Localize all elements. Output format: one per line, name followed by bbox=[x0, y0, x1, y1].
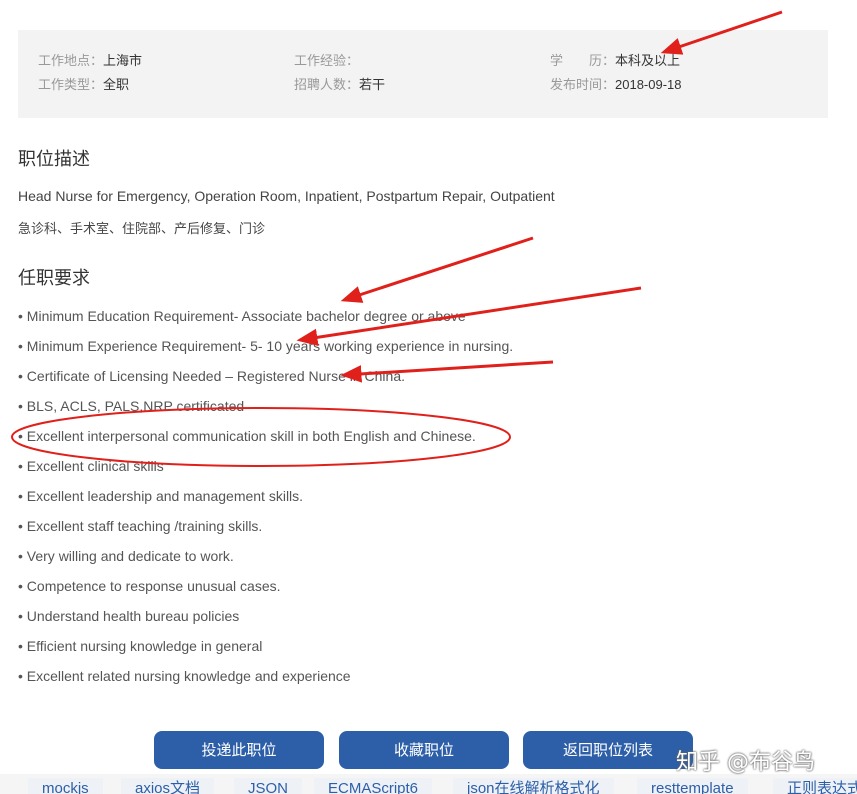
zhihu-watermark: 知乎 @布谷鸟 bbox=[676, 750, 815, 775]
tag-link[interactable]: json在线解析格式化 bbox=[453, 778, 614, 794]
apply-button[interactable]: 投递此职位 bbox=[154, 731, 324, 769]
tag-link[interactable]: 正则表达式 bbox=[773, 778, 857, 794]
requirement-item: • Efficient nursing knowledge in general bbox=[18, 638, 263, 654]
tag-link[interactable]: JSON bbox=[234, 778, 303, 794]
requirement-item: • Certificate of Licensing Needed – Regi… bbox=[18, 368, 405, 384]
requirement-item: • Excellent staff teaching /training ski… bbox=[18, 518, 263, 534]
tag-link[interactable]: axios文档 bbox=[121, 778, 215, 794]
tag-link[interactable]: resttemplate bbox=[637, 778, 748, 794]
info-education: 学 历：本科及以上 bbox=[550, 52, 680, 70]
info-headcount-value: 若干 bbox=[359, 77, 386, 92]
info-education-label: 学 历： bbox=[550, 53, 616, 68]
info-headcount: 招聘人数：若干 bbox=[294, 76, 385, 94]
info-experience: 工作经验： bbox=[294, 52, 359, 70]
info-location-label: 工作地点： bbox=[38, 53, 104, 68]
requirements-list: • Minimum Education Requirement- Associa… bbox=[18, 306, 513, 696]
requirement-item: • Excellent interpersonal communication … bbox=[18, 428, 476, 444]
description-title: 职位描述 bbox=[18, 149, 90, 170]
job-info-box: 工作地点：上海市 工作经验： 学 历：本科及以上 工作类型：全职 招聘人数：若干… bbox=[18, 30, 828, 118]
requirements-title: 任职要求 bbox=[18, 268, 90, 289]
info-type: 工作类型：全职 bbox=[38, 76, 129, 94]
tag-link[interactable]: mockjs bbox=[28, 778, 103, 794]
description-en: Head Nurse for Emergency, Operation Room… bbox=[18, 188, 555, 204]
info-date: 发布时间：2018-09-18 bbox=[550, 76, 682, 94]
tag-link[interactable]: ECMAScript6 bbox=[314, 778, 433, 794]
info-education-value: 本科及以上 bbox=[615, 53, 681, 68]
requirement-item: • Excellent related nursing knowledge an… bbox=[18, 668, 351, 684]
requirement-item: • Very willing and dedicate to work. bbox=[18, 548, 234, 564]
related-tags-bar: mockjs axios文档 JSON ECMAScript6 json在线解析… bbox=[0, 774, 857, 794]
requirement-item: • Understand health bureau policies bbox=[18, 608, 240, 624]
requirement-item: • Excellent clinical skills bbox=[18, 458, 164, 474]
description-cn: 急诊科、手术室、住院部、产后修复、门诊 bbox=[18, 221, 266, 236]
info-headcount-label: 招聘人数： bbox=[294, 77, 360, 92]
info-location-value: 上海市 bbox=[103, 53, 143, 68]
requirement-item: • BLS, ACLS, PALS,NRP certificated bbox=[18, 398, 245, 414]
back-to-list-button[interactable]: 返回职位列表 bbox=[523, 731, 693, 769]
requirement-item: • Minimum Experience Requirement- 5- 10 … bbox=[18, 338, 514, 354]
info-location: 工作地点：上海市 bbox=[38, 52, 142, 70]
info-type-label: 工作类型： bbox=[38, 77, 104, 92]
info-date-value: 2018-09-18 bbox=[615, 77, 682, 92]
info-date-label: 发布时间： bbox=[550, 77, 616, 92]
requirement-item: • Excellent leadership and management sk… bbox=[18, 488, 304, 504]
info-experience-label: 工作经验： bbox=[294, 53, 360, 68]
info-type-value: 全职 bbox=[103, 77, 130, 92]
requirement-item: • Minimum Education Requirement- Associa… bbox=[18, 308, 466, 324]
favorite-button[interactable]: 收藏职位 bbox=[339, 731, 509, 769]
annotation-arrow bbox=[340, 236, 534, 303]
requirement-item: • Competence to response unusual cases. bbox=[18, 578, 281, 594]
